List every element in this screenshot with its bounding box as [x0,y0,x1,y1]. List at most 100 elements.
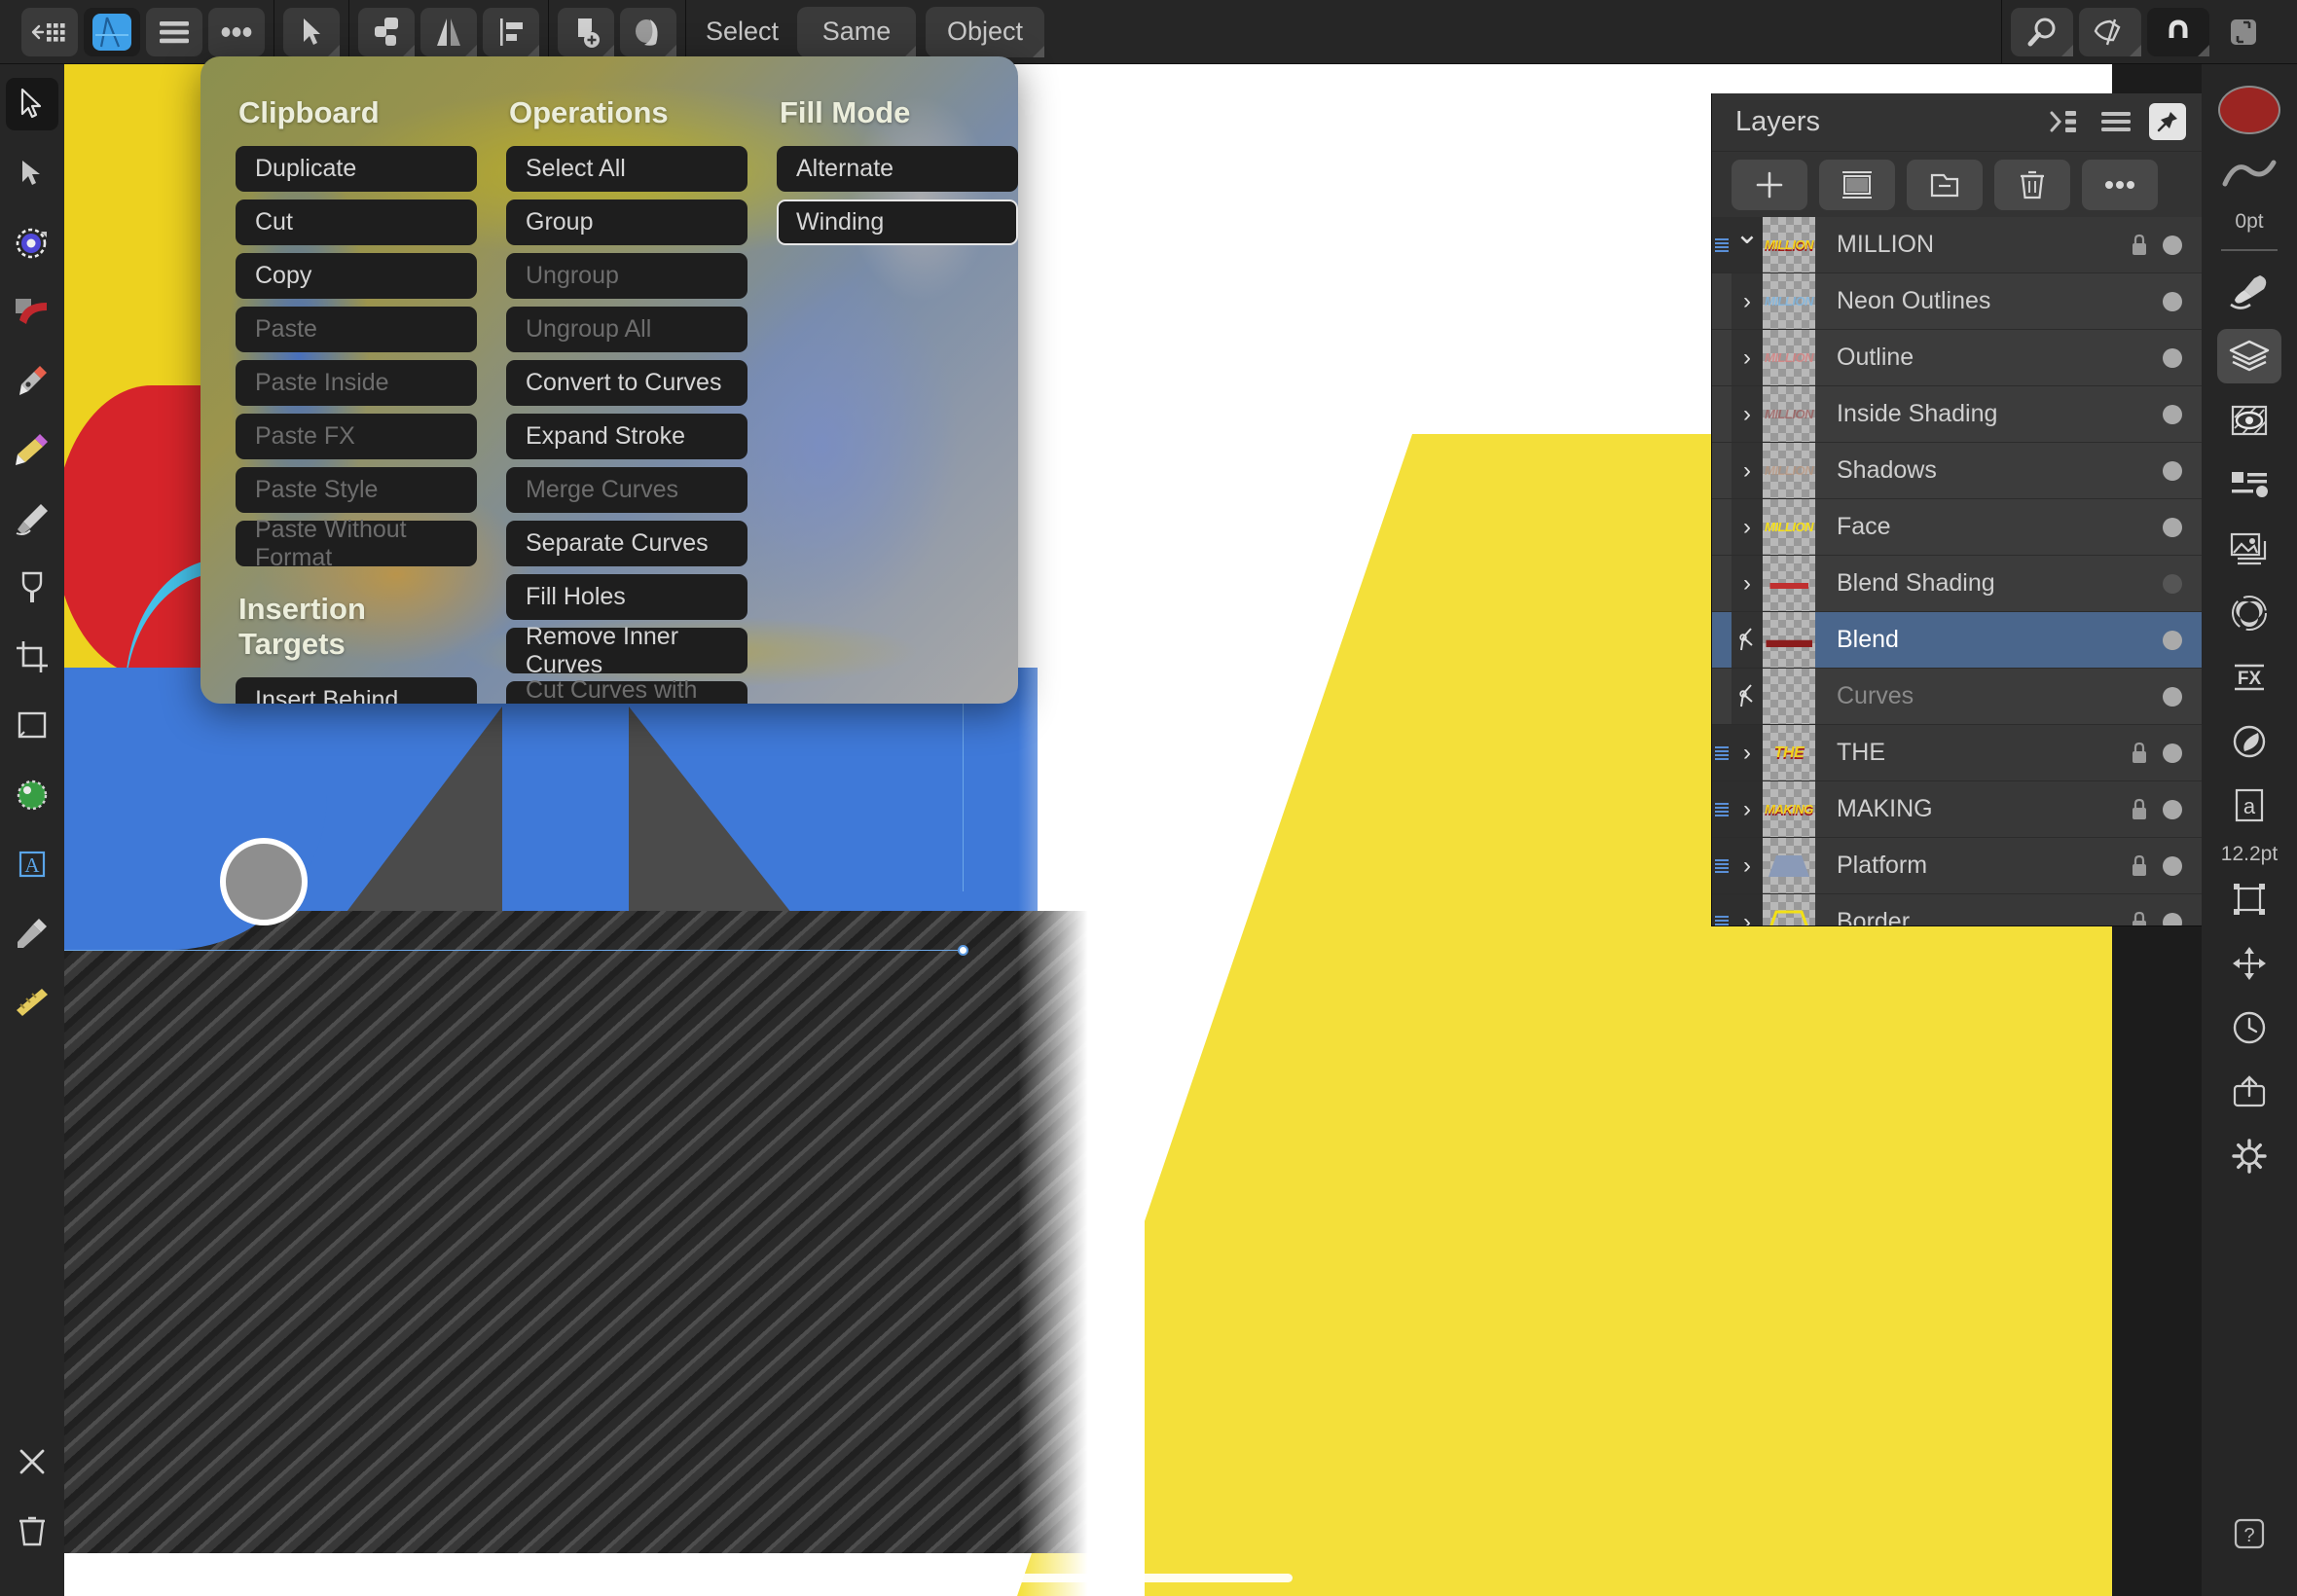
sidebar-item-vector-brush-tool[interactable] [6,492,58,545]
more-options-button[interactable] [208,7,265,56]
layers-stack-icon[interactable] [2217,329,2281,383]
sidebar-item-pencil-tool[interactable] [6,423,58,476]
menu-item-group[interactable]: Group [506,200,747,245]
blob-shape-button[interactable] [620,7,676,56]
list-detail-icon[interactable] [2217,457,2281,512]
export-icon[interactable] [2217,1065,2281,1119]
chevron-right-icon[interactable]: › [1732,725,1763,781]
layer-options-button[interactable] [2082,159,2158,210]
layer-filter-icon[interactable] [2050,109,2083,134]
menu-item-separate-curves[interactable]: Separate Curves [506,521,747,566]
paint-brush-icon[interactable] [2217,265,2281,319]
sidebar-item-text-tool[interactable]: A [6,838,58,890]
clock-history-icon[interactable] [2217,1000,2281,1055]
menu-item-select-all[interactable]: Select All [506,146,747,192]
question-mark-icon[interactable]: ? [2217,1506,2281,1561]
layer-name[interactable]: Curves [1815,669,2163,724]
transform-box-icon[interactable] [2217,872,2281,926]
layer-name[interactable]: Neon Outlines [1815,273,2163,329]
half-circle-icon[interactable] [2217,714,2281,769]
chevron-right-icon[interactable]: › [1732,556,1763,612]
snapping-button[interactable] [2147,7,2209,56]
menu-item-cut[interactable]: Cut [236,200,477,245]
layer-visibility-toggle[interactable] [2163,912,2182,925]
sidebar-item-color-picker-tool[interactable] [6,907,58,960]
color-swatch[interactable] [2218,86,2280,134]
lock-icon[interactable] [2130,742,2149,765]
add-layer-button[interactable] [1732,159,1807,210]
chevron-right-icon[interactable]: › [1732,443,1763,499]
layer-visibility-toggle[interactable] [2163,404,2182,424]
stroke-curve-icon[interactable] [2217,146,2281,200]
eye-pattern-icon[interactable] [2217,393,2281,448]
zoom-tool-button[interactable] [2011,7,2073,56]
sidebar-item-rectangle-tool[interactable] [6,700,58,752]
curve-node-icon[interactable] [1732,669,1763,725]
lock-icon[interactable] [2130,234,2149,257]
lock-icon[interactable] [2130,798,2149,821]
chevron-right-icon[interactable]: › [1732,499,1763,556]
sidebar-item-move-tool[interactable] [6,78,58,130]
chevron-right-icon[interactable]: › [1732,330,1763,386]
chevron-right-icon[interactable]: › [1732,894,1763,925]
mirror-flip-button[interactable] [420,7,477,56]
pin-panel-icon[interactable] [2149,103,2186,141]
layer-row[interactable]: › MILLION Shadows [1712,443,2202,500]
menu-item-convert-to-curves[interactable]: Convert to Curves [506,360,747,406]
menu-item-copy[interactable]: Copy [236,253,477,299]
menu-item-alternate[interactable]: Alternate [777,146,1018,192]
chevron-right-icon[interactable]: › [1732,781,1763,838]
sidebar-item-crop-tool[interactable] [6,631,58,683]
layer-visibility-toggle[interactable] [2163,517,2182,537]
layer-name[interactable]: Border [1815,894,2130,925]
chevron-right-icon[interactable]: › [1732,386,1763,443]
back-to-documents-button[interactable] [21,7,78,56]
lock-icon[interactable] [2130,854,2149,878]
fullscreen-button[interactable] [2215,8,2272,56]
boolean-operations-button[interactable] [358,7,415,56]
sidebar-item-corner-tool[interactable] [6,285,58,338]
layer-name[interactable]: THE [1815,725,2130,780]
sidebar-item-measure-tool[interactable] [6,976,58,1029]
menu-item-expand-stroke[interactable]: Expand Stroke [506,414,747,459]
menu-item-remove-inner-curves[interactable]: Remove Inner Curves [506,623,747,678]
layer-name[interactable]: Inside Shading [1815,386,2163,442]
layer-visibility-toggle[interactable] [2163,743,2182,763]
chevron-right-icon[interactable]: › [1732,838,1763,894]
image-stack-icon[interactable] [2217,522,2281,576]
layer-name[interactable]: Shadows [1815,443,2163,498]
sidebar-item-close-tool[interactable] [6,1435,58,1488]
layer-name[interactable]: MAKING [1815,781,2130,837]
layer-row[interactable]: › Border [1712,894,2202,925]
layer-row[interactable]: › Platform [1712,838,2202,895]
layer-visibility-toggle[interactable] [2163,855,2182,876]
object-button[interactable]: Object [926,6,1045,57]
layer-name[interactable]: Outline [1815,330,2163,385]
layer-row[interactable]: ⌄ MILLION MILLION [1712,217,2202,274]
sidebar-item-delete-tool[interactable] [6,1505,58,1557]
layer-name[interactable]: Face [1815,499,2163,555]
sidebar-item-node-tool[interactable] [6,147,58,200]
chevron-right-icon[interactable]: › [1732,273,1763,330]
add-shape-button[interactable] [558,7,614,56]
layer-name[interactable]: Blend Shading [1815,556,2163,611]
letter-a-box-icon[interactable]: a [2217,779,2281,833]
view-mode-button[interactable] [2079,7,2141,56]
layer-visibility-toggle[interactable] [2163,630,2182,650]
layer-row[interactable]: ▬▬ Blend [1712,612,2202,670]
layers-list[interactable]: ⌄ MILLION MILLION › MILLION Neon Outlines › MIL… [1712,217,2202,925]
menu-item-insert-behind[interactable]: Insert Behind [236,677,477,704]
menu-item-fill-holes[interactable]: Fill Holes [506,574,747,620]
curve-node-icon[interactable] [1732,612,1763,669]
align-button[interactable] [483,7,539,56]
layer-visibility-toggle[interactable] [2163,235,2182,255]
layer-row[interactable]: › MILLION Neon Outlines [1712,273,2202,331]
layer-name[interactable]: MILLION [1815,217,2130,272]
mask-layer-button[interactable] [1819,159,1895,210]
gear-icon[interactable] [2217,1129,2281,1183]
layer-visibility-toggle[interactable] [2163,573,2182,594]
layer-row[interactable]: › THE THE [1712,725,2202,782]
move-arrows-icon[interactable] [2217,936,2281,991]
fx-icon[interactable]: FX [2217,650,2281,705]
designer-persona-button[interactable] [84,7,140,56]
